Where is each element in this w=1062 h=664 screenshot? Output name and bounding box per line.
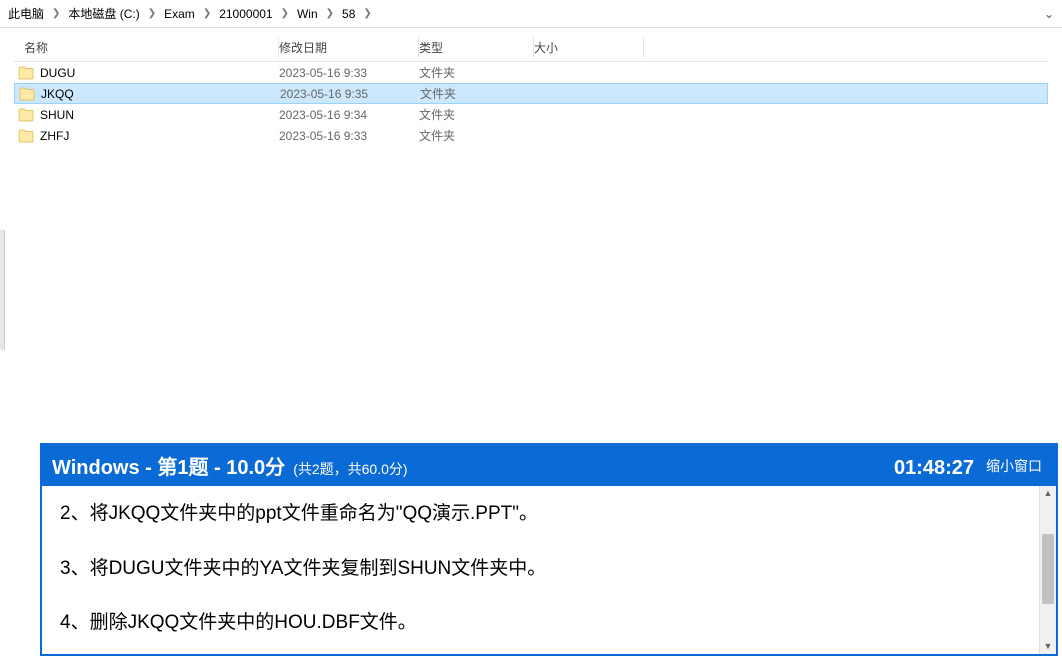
chevron-right-icon[interactable]: ❯ xyxy=(199,8,215,19)
file-row[interactable]: ZHFJ 2023-05-16 9:33文件夹 xyxy=(14,125,1048,146)
column-header-size[interactable]: 大小 xyxy=(534,34,644,61)
file-name: DUGU xyxy=(40,66,75,80)
file-name: JKQQ xyxy=(41,87,74,101)
file-date: 2023-05-16 9:33 xyxy=(279,66,419,80)
column-header-date[interactable]: 修改日期 xyxy=(279,34,419,61)
breadcrumb-item[interactable]: Win xyxy=(293,0,322,27)
left-pane-sliver xyxy=(0,230,5,350)
file-list-pane: 名称 修改日期 类型 大小 DUGU2023-05-16 9:33文件夹JKQQ… xyxy=(0,28,1062,146)
breadcrumb-label: 此电脑 xyxy=(8,5,44,22)
scroll-thumb[interactable] xyxy=(1042,534,1054,604)
exam-header: Windows - 第1题 - 10.0分 (共2题，共60.0分) 01:48… xyxy=(42,445,1056,486)
file-row[interactable]: JKQQ 2023-05-16 9:35文件夹 xyxy=(14,83,1048,104)
file-type: 文件夹 xyxy=(419,127,534,144)
file-name: ZHFJ xyxy=(40,129,69,143)
file-type: 文件夹 xyxy=(419,106,534,123)
column-header-label: 类型 xyxy=(419,39,443,56)
file-type: 文件夹 xyxy=(419,64,534,81)
breadcrumb: 此电脑 ❯ 本地磁盘 (C:) ❯ Exam ❯ 21000001 ❯ Win … xyxy=(0,0,1062,28)
folder-icon xyxy=(18,129,34,143)
scroll-up-icon[interactable]: ▲ xyxy=(1040,486,1056,501)
breadcrumb-label: Exam xyxy=(164,7,195,21)
column-headers: 名称 修改日期 类型 大小 xyxy=(14,34,1048,62)
chevron-right-icon[interactable]: ❯ xyxy=(48,8,64,19)
exam-subtitle: (共2题，共60.0分) xyxy=(293,459,407,479)
column-header-label: 名称 xyxy=(24,39,48,56)
file-type: 文件夹 xyxy=(420,85,535,102)
exam-title: Windows - 第1题 - 10.0分 xyxy=(52,451,285,480)
breadcrumb-item[interactable]: 本地磁盘 (C:) xyxy=(64,0,143,27)
breadcrumb-item[interactable]: 58 xyxy=(338,0,359,27)
breadcrumb-label: 58 xyxy=(342,7,355,21)
folder-icon xyxy=(18,66,34,80)
chevron-right-icon[interactable]: ❯ xyxy=(359,8,375,19)
exam-timer: 01:48:27 xyxy=(894,457,974,480)
exam-panel: Windows - 第1题 - 10.0分 (共2题，共60.0分) 01:48… xyxy=(40,443,1058,656)
breadcrumb-label: 本地磁盘 (C:) xyxy=(68,5,139,22)
chevron-down-icon[interactable]: ⌄ xyxy=(1040,7,1058,21)
collapse-button[interactable]: 缩小窗口 xyxy=(982,454,1046,478)
breadcrumb-label: Win xyxy=(297,7,318,21)
exam-task: 4、删除JKQQ文件夹中的HOU.DBF文件。 xyxy=(60,609,1021,638)
breadcrumb-item[interactable]: 此电脑 xyxy=(4,0,48,27)
breadcrumb-item[interactable]: Exam xyxy=(160,0,199,27)
scroll-down-icon[interactable]: ▼ xyxy=(1040,639,1056,654)
exam-body-wrap: 2、将JKQQ文件夹中的ppt文件重命名为"QQ演示.PPT"。 3、将DUGU… xyxy=(42,486,1056,654)
chevron-right-icon[interactable]: ❯ xyxy=(322,8,338,19)
column-header-name[interactable]: 名称 xyxy=(14,34,279,61)
chevron-right-icon[interactable]: ❯ xyxy=(144,8,160,19)
file-date: 2023-05-16 9:34 xyxy=(279,108,419,122)
file-date: 2023-05-16 9:35 xyxy=(280,87,420,101)
exam-task: 2、将JKQQ文件夹中的ppt文件重命名为"QQ演示.PPT"。 xyxy=(60,500,1021,529)
breadcrumb-item[interactable]: 21000001 xyxy=(215,0,276,27)
scrollbar[interactable]: ▲ ▼ xyxy=(1039,486,1056,654)
folder-icon xyxy=(18,108,34,122)
exam-task: 3、将DUGU文件夹中的YA文件夹复制到SHUN文件夹中。 xyxy=(60,555,1021,584)
column-header-label: 修改日期 xyxy=(279,39,327,56)
breadcrumb-label: 21000001 xyxy=(219,7,272,21)
column-header-label: 大小 xyxy=(534,39,558,56)
folder-icon xyxy=(19,87,35,101)
file-row[interactable]: DUGU 2023-05-16 9:33文件夹 xyxy=(14,62,1048,83)
file-row[interactable]: SHUN 2023-05-16 9:34文件夹 xyxy=(14,104,1048,125)
column-header-type[interactable]: 类型 xyxy=(419,34,534,61)
file-name: SHUN xyxy=(40,108,74,122)
file-date: 2023-05-16 9:33 xyxy=(279,129,419,143)
exam-body: 2、将JKQQ文件夹中的ppt文件重命名为"QQ演示.PPT"。 3、将DUGU… xyxy=(42,486,1039,654)
chevron-right-icon[interactable]: ❯ xyxy=(277,8,293,19)
file-rows: DUGU2023-05-16 9:33文件夹JKQQ2023-05-16 9:3… xyxy=(14,62,1048,146)
